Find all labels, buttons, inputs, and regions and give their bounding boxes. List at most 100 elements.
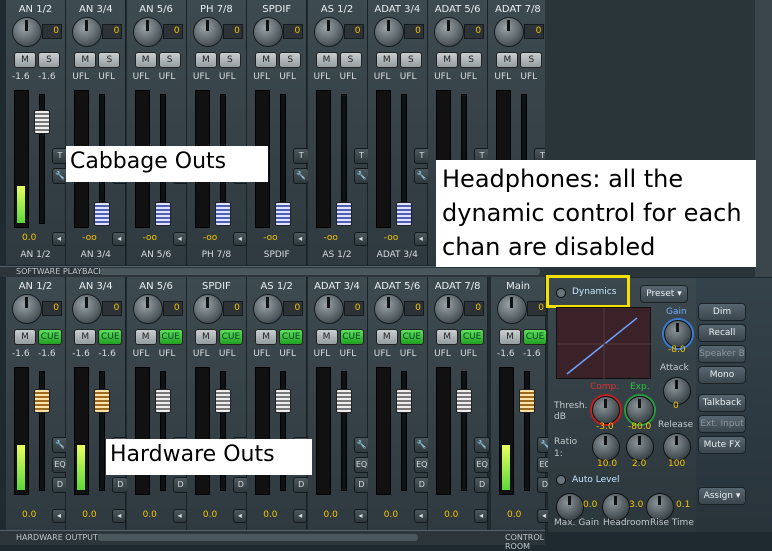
fader-handle[interactable]: [94, 202, 111, 226]
cue-button[interactable]: CUE: [279, 329, 304, 345]
mute-button[interactable]: M: [14, 52, 36, 68]
fader-handle[interactable]: [34, 389, 50, 413]
fader-handle[interactable]: [395, 389, 412, 413]
solo-button[interactable]: S: [520, 52, 543, 68]
mute-button[interactable]: M: [255, 329, 278, 345]
fader-handle[interactable]: [456, 389, 473, 413]
pan-arrow-icon[interactable]: ◂: [232, 509, 247, 523]
mute-button[interactable]: M: [375, 329, 398, 345]
hardware-outputs-scrollbar[interactable]: [98, 534, 418, 541]
fader-handle[interactable]: [335, 202, 352, 226]
pan-arrow-icon[interactable]: ◂: [353, 232, 368, 246]
gain-knob[interactable]: [192, 17, 223, 47]
thresh-exp-knob[interactable]: [626, 396, 654, 424]
mono-button[interactable]: Mono: [698, 366, 746, 384]
gain-knob[interactable]: [434, 294, 465, 324]
assign-button[interactable]: Assign ▾: [698, 487, 746, 505]
gain-knob[interactable]: [132, 17, 163, 47]
mute-button[interactable]: M: [14, 329, 36, 345]
fader-handle[interactable]: [519, 389, 535, 413]
gain-knob[interactable]: [434, 17, 465, 47]
fader-handle[interactable]: [34, 110, 50, 134]
gain-knob[interactable]: [313, 17, 344, 47]
thresh-comp-knob[interactable]: [592, 396, 620, 424]
solo-button[interactable]: S: [38, 52, 60, 68]
mute-button[interactable]: M: [499, 329, 521, 345]
gain-knob[interactable]: [373, 294, 404, 324]
d-button[interactable]: D: [474, 477, 491, 493]
mute-fx-button[interactable]: Mute FX: [698, 436, 746, 454]
ext-input-button[interactable]: Ext. Input: [698, 415, 746, 433]
pan-arrow-icon[interactable]: ◂: [413, 509, 428, 523]
fader-handle[interactable]: [154, 202, 171, 226]
gain-knob[interactable]: [12, 17, 42, 47]
mute-button[interactable]: M: [375, 52, 398, 68]
gain-knob[interactable]: [664, 320, 692, 348]
fader-handle[interactable]: [275, 389, 292, 413]
cue-button[interactable]: CUE: [339, 329, 364, 345]
max-gain-knob[interactable]: [556, 493, 584, 521]
gain-knob[interactable]: [12, 294, 42, 324]
solo-button[interactable]: S: [399, 52, 422, 68]
gain-knob[interactable]: [313, 294, 344, 324]
gain-knob[interactable]: [494, 17, 525, 47]
pan-arrow-icon[interactable]: ◂: [112, 509, 127, 523]
pan-arrow-icon[interactable]: ◂: [353, 509, 368, 523]
mute-button[interactable]: M: [315, 52, 338, 68]
pan-arrow-icon[interactable]: ◂: [293, 509, 308, 523]
mute-button[interactable]: M: [436, 329, 459, 345]
fader-handle[interactable]: [154, 389, 171, 413]
speaker-b-button[interactable]: Speaker B: [698, 345, 746, 363]
pan-arrow-icon[interactable]: ◂: [293, 232, 308, 246]
pan-arrow-icon[interactable]: ◂: [232, 232, 247, 246]
headroom-knob[interactable]: [602, 493, 630, 521]
wrench-icon[interactable]: 🔧: [474, 437, 491, 453]
solo-button[interactable]: S: [218, 52, 241, 68]
solo-button[interactable]: S: [98, 52, 121, 68]
pan-arrow-icon[interactable]: ◂: [172, 509, 187, 523]
recall-button[interactable]: Recall: [698, 324, 746, 342]
solo-button[interactable]: S: [339, 52, 362, 68]
cue-button[interactable]: CUE: [158, 329, 183, 345]
mute-button[interactable]: M: [436, 52, 459, 68]
pan-arrow-icon[interactable]: ◂: [52, 509, 66, 523]
mute-button[interactable]: M: [134, 329, 157, 345]
pan-arrow-icon[interactable]: ◂: [172, 232, 187, 246]
mute-button[interactable]: M: [74, 329, 97, 345]
fader-handle[interactable]: [335, 389, 352, 413]
gain-knob[interactable]: [373, 17, 404, 47]
fader-handle[interactable]: [275, 202, 292, 226]
pan-arrow-icon[interactable]: ◂: [413, 232, 428, 246]
dim-button[interactable]: Dim: [698, 303, 746, 321]
pan-arrow-icon[interactable]: ◂: [52, 232, 66, 246]
cue-button[interactable]: CUE: [399, 329, 424, 345]
gain-knob[interactable]: [253, 294, 284, 324]
fader-handle[interactable]: [214, 202, 231, 226]
fader-handle[interactable]: [214, 389, 231, 413]
gain-knob[interactable]: [132, 294, 163, 324]
mute-button[interactable]: M: [194, 52, 217, 68]
mute-button[interactable]: M: [194, 329, 217, 345]
solo-button[interactable]: S: [460, 52, 483, 68]
gain-knob[interactable]: [72, 294, 103, 324]
cue-button[interactable]: CUE: [218, 329, 243, 345]
gain-knob[interactable]: [497, 294, 527, 324]
pan-arrow-icon[interactable]: ◂: [112, 232, 127, 246]
pan-arrow-icon[interactable]: ◂: [474, 509, 489, 523]
release-knob[interactable]: [663, 433, 691, 461]
rise-time-knob[interactable]: [646, 493, 674, 521]
dynamics-led[interactable]: [556, 288, 566, 298]
gain-knob[interactable]: [253, 17, 284, 47]
fader-handle[interactable]: [395, 202, 412, 226]
cue-button[interactable]: CUE: [523, 329, 547, 345]
fader-handle[interactable]: [94, 389, 111, 413]
solo-button[interactable]: S: [158, 52, 181, 68]
mute-button[interactable]: M: [315, 329, 338, 345]
solo-button[interactable]: S: [279, 52, 302, 68]
mute-button[interactable]: M: [496, 52, 519, 68]
ratio-exp-knob[interactable]: [626, 433, 654, 461]
ratio-comp-knob[interactable]: [592, 433, 620, 461]
eq-button[interactable]: EQ: [474, 457, 491, 473]
mute-button[interactable]: M: [74, 52, 97, 68]
cue-button[interactable]: CUE: [98, 329, 123, 345]
